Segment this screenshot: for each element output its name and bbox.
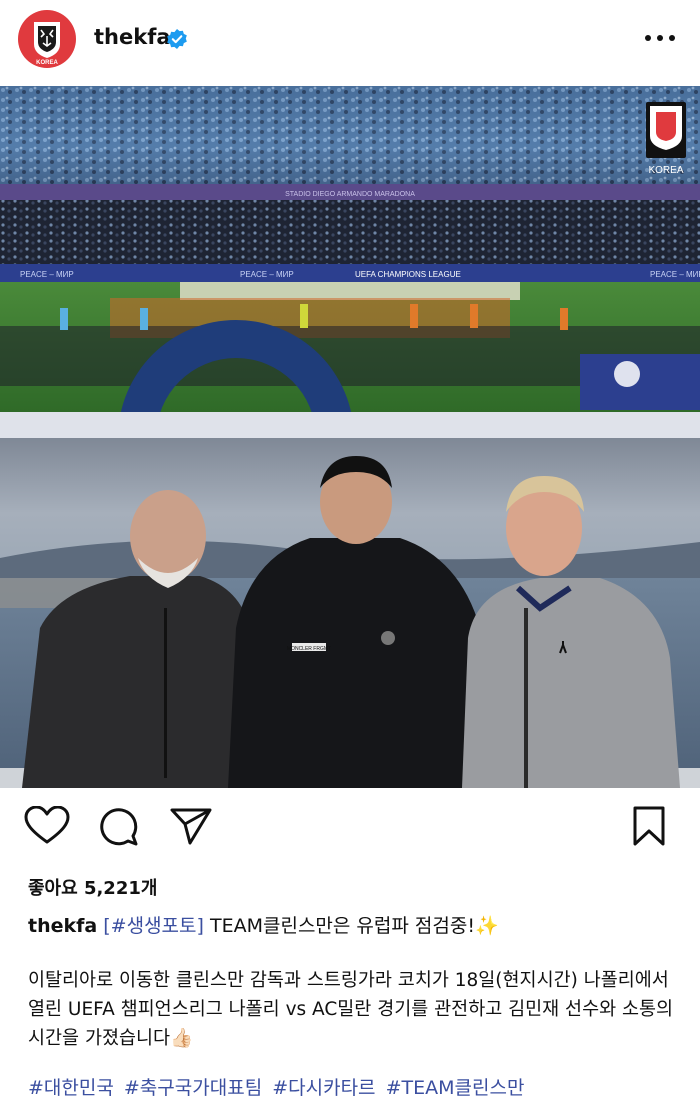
watermark-text: KOREA xyxy=(648,165,683,176)
comment-icon[interactable] xyxy=(98,806,140,846)
username[interactable]: thekfa xyxy=(94,25,171,49)
more-horizontal-icon[interactable] xyxy=(640,26,680,50)
caption-tag[interactable]: [#생생포토] xyxy=(103,915,204,937)
group-scene: MONCLER FRGMT xyxy=(0,438,700,788)
verified-badge-icon xyxy=(167,29,187,49)
board-center-text: UEFA CHAMPIONS LEAGUE xyxy=(355,270,461,279)
heart-icon[interactable] xyxy=(24,806,70,846)
hashtag-list: #대한민국 #축구국가대표팀 #다시카타르 #TEAM클린스만 xyxy=(28,1073,528,1100)
group-photo[interactable]: MONCLER FRGMT xyxy=(0,438,700,788)
avatar[interactable]: KOREA xyxy=(18,10,76,68)
board-mid-text: PEACE – МИР xyxy=(240,270,294,279)
action-bar xyxy=(0,806,700,858)
post-header: KOREA thekfa xyxy=(0,0,700,80)
hashtag[interactable]: #축구국가대표팀 xyxy=(124,1077,262,1099)
board-left-text: PEACE – МИР xyxy=(20,270,74,279)
caption-username[interactable]: thekfa xyxy=(28,915,97,937)
caption-title-text: TEAM클린스만은 유럽파 점검중!✨ xyxy=(203,915,499,937)
bookmark-icon[interactable] xyxy=(632,806,666,846)
stadium-scene: STADIO DIEGO ARMANDO MARADONA PEACE – МИ… xyxy=(0,86,700,438)
caption-title: thekfa [#생생포토] TEAM클린스만은 유럽파 점검중!✨ xyxy=(28,911,499,938)
stadium-photo[interactable]: STADIO DIEGO ARMANDO MARADONA PEACE – МИ… xyxy=(0,86,700,438)
stand-banner-text: STADIO DIEGO ARMANDO MARADONA xyxy=(285,191,415,198)
avatar-text: KOREA xyxy=(36,60,58,66)
hashtag[interactable]: #대한민국 xyxy=(28,1077,114,1099)
board-right-text: PEACE – МИР xyxy=(650,270,700,279)
likes-count[interactable]: 좋아요 5,221개 xyxy=(28,874,157,900)
hoodie-text: MONCLER FRGMT xyxy=(287,646,331,652)
kfa-tiger-logo-icon: KOREA xyxy=(19,11,75,67)
send-icon[interactable] xyxy=(170,806,212,846)
hashtag[interactable]: #TEAM클린스만 xyxy=(386,1077,525,1099)
caption-body: 이탈리아로 이동한 클린스만 감독과 스트링가라 코치가 18일(현지시간) 나… xyxy=(28,970,674,1049)
hashtag[interactable]: #다시카타르 xyxy=(272,1077,375,1099)
